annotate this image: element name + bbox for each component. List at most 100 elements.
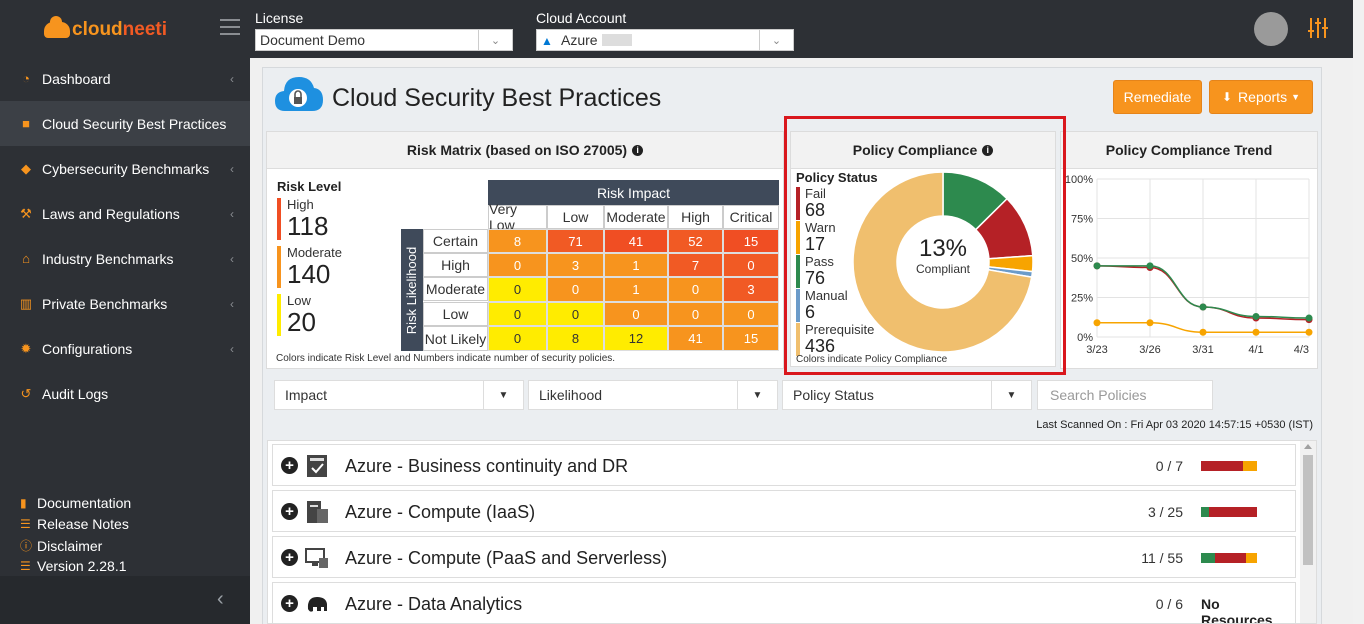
search-policies-input[interactable]: Search Policies bbox=[1037, 380, 1213, 410]
chevron-left-icon: ‹ bbox=[230, 341, 234, 356]
risk-matrix-cell[interactable]: 8 bbox=[547, 326, 604, 351]
sidebar-item-private-benchmarks[interactable]: ▥ Private Benchmarks ‹ bbox=[0, 281, 250, 326]
risk-matrix-cell[interactable]: 8 bbox=[488, 229, 547, 253]
sidebar-item-audit-logs[interactable]: ↺ Audit Logs bbox=[0, 371, 250, 416]
likelihood-row-high: High bbox=[423, 253, 488, 277]
risk-matrix-cell[interactable]: 71 bbox=[547, 229, 604, 253]
trend-data-point[interactable] bbox=[1305, 314, 1313, 322]
scrollbar-thumb[interactable] bbox=[1303, 455, 1313, 565]
benchmark-status-bar bbox=[1201, 507, 1257, 517]
risk-matrix-cell[interactable]: 0 bbox=[488, 302, 547, 326]
caret-down-icon[interactable]: ▼ bbox=[991, 381, 1031, 409]
risk-matrix-cell[interactable]: 3 bbox=[723, 277, 779, 302]
cloud-account-select[interactable]: ▲ Azure ⌄ bbox=[536, 29, 794, 51]
risk-matrix-cell[interactable]: 0 bbox=[488, 326, 547, 351]
sidebar-item-dashboard[interactable]: ◔ Dashboard ‹ bbox=[0, 56, 250, 101]
disclaimer-link[interactable]: ⓘ Disclaimer bbox=[20, 537, 102, 554]
exclamation-icon: ⓘ bbox=[20, 539, 33, 553]
risk-matrix-cell[interactable]: 41 bbox=[668, 326, 723, 351]
risk-matrix-cell[interactable]: 15 bbox=[723, 229, 779, 253]
sidebar-item-label: Cloud Security Best Practices bbox=[42, 115, 227, 132]
expand-plus-icon[interactable]: + bbox=[281, 595, 298, 612]
policy-status-filter-select[interactable]: Policy Status ▼ bbox=[782, 380, 1032, 410]
elephant-icon bbox=[307, 597, 327, 612]
sidebar-item-industry-benchmarks[interactable]: ⌂ Industry Benchmarks ‹ bbox=[0, 236, 250, 281]
info-icon[interactable]: i bbox=[632, 144, 644, 156]
benchmark-row[interactable]: + Azure - Data Analytics 0 / 6 No Resour… bbox=[272, 582, 1296, 623]
likelihood-filter-select[interactable]: Likelihood ▼ bbox=[528, 380, 778, 410]
expand-plus-icon[interactable]: + bbox=[281, 457, 298, 474]
sidebar-item-laws-and-regulations[interactable]: ⚒ Laws and Regulations ‹ bbox=[0, 191, 250, 236]
benchmark-row[interactable]: + Azure - Business continuity and DR 0 /… bbox=[272, 444, 1296, 486]
likelihood-row-not-likely: Not Likely bbox=[423, 326, 488, 351]
risk-matrix-cell[interactable]: 41 bbox=[604, 229, 668, 253]
risk-matrix-cell[interactable]: 0 bbox=[668, 302, 723, 326]
risk-level-value: 20 bbox=[287, 307, 316, 337]
expand-plus-icon[interactable]: + bbox=[281, 503, 298, 520]
reports-button[interactable]: ⬇ Reports ▼ bbox=[1209, 80, 1313, 114]
release-notes-link[interactable]: ☰ Release Notes bbox=[20, 516, 129, 532]
trend-data-point[interactable] bbox=[1093, 262, 1101, 270]
version-link[interactable]: ☰ Version 2.28.1 bbox=[20, 558, 127, 574]
status-bar-segment bbox=[1201, 461, 1243, 471]
impact-filter-select[interactable]: Impact ▼ bbox=[274, 380, 524, 410]
trend-data-point[interactable] bbox=[1252, 312, 1260, 320]
risk-matrix-cell[interactable]: 3 bbox=[547, 253, 604, 277]
gear-icon: ✹ bbox=[20, 340, 32, 356]
expand-plus-icon[interactable]: + bbox=[281, 549, 298, 566]
chevron-down-icon[interactable]: ⌄ bbox=[478, 30, 512, 50]
trend-data-point[interactable] bbox=[1146, 262, 1154, 270]
settings-sliders-icon[interactable] bbox=[1307, 16, 1329, 40]
trend-data-point[interactable] bbox=[1146, 319, 1154, 327]
risk-matrix-cell[interactable]: 0 bbox=[547, 302, 604, 326]
documentation-link[interactable]: ▮ Documentation bbox=[20, 495, 131, 511]
risk-matrix-cell[interactable]: 0 bbox=[668, 277, 723, 302]
risk-matrix-cell[interactable]: 0 bbox=[723, 302, 779, 326]
benchmark-row[interactable]: + Azure - Compute (PaaS and Serverless) … bbox=[272, 536, 1296, 578]
risk-matrix-cell[interactable]: 1 bbox=[604, 277, 668, 302]
chevron-down-icon[interactable]: ⌄ bbox=[759, 30, 793, 50]
risk-matrix-cell[interactable]: 12 bbox=[604, 326, 668, 351]
status-bar-segment bbox=[1201, 553, 1215, 563]
risk-matrix-cell[interactable]: 7 bbox=[668, 253, 723, 277]
trend-data-point[interactable] bbox=[1199, 303, 1207, 311]
trend-data-point[interactable] bbox=[1305, 328, 1313, 336]
risk-likelihood-label: Risk Likelihood bbox=[404, 246, 420, 334]
hamburger-menu-icon[interactable] bbox=[220, 19, 240, 35]
scroll-up-icon[interactable] bbox=[1304, 444, 1312, 449]
caret-down-icon[interactable]: ▼ bbox=[737, 381, 777, 409]
risk-matrix-cell[interactable]: 0 bbox=[723, 253, 779, 277]
risk-level-label: Low bbox=[287, 293, 311, 308]
impact-filter-value: Impact bbox=[285, 387, 328, 403]
benchmark-row[interactable]: + Azure - Compute (IaaS) 3 / 25 bbox=[272, 490, 1296, 532]
institution-icon: ⌂ bbox=[22, 251, 30, 266]
license-select[interactable]: Document Demo ⌄ bbox=[255, 29, 513, 51]
sidebar-item-label: Audit Logs bbox=[42, 385, 109, 402]
trend-data-point[interactable] bbox=[1199, 328, 1207, 336]
risk-matrix-cell[interactable]: 0 bbox=[488, 277, 547, 302]
list-scrollbar[interactable] bbox=[1300, 441, 1316, 623]
remediate-button[interactable]: Remediate bbox=[1113, 80, 1202, 114]
risk-matrix-cell[interactable]: 15 bbox=[723, 326, 779, 351]
risk-matrix-cell[interactable]: 52 bbox=[668, 229, 723, 253]
caret-down-icon: ▼ bbox=[1291, 92, 1300, 102]
risk-matrix-cell[interactable]: 1 bbox=[604, 253, 668, 277]
chevron-left-icon[interactable]: ‹ bbox=[217, 588, 224, 611]
risk-matrix-cell[interactable]: 0 bbox=[488, 253, 547, 277]
sidebar-item-cybersecurity-benchmarks[interactable]: ◆ Cybersecurity Benchmarks ‹ bbox=[0, 146, 250, 191]
trend-data-point[interactable] bbox=[1252, 328, 1260, 336]
app-logo[interactable]: cloud neeti bbox=[44, 16, 167, 44]
policy-compliance-trend-chart: 0% 25% 50% 75% 100% 3/23 3/26 3/31 4/1 4/3 bbox=[1065, 174, 1313, 356]
status-bar-segment bbox=[1215, 553, 1246, 563]
caret-down-icon[interactable]: ▼ bbox=[483, 381, 523, 409]
sidebar-item-cloud-security-best-practices[interactable]: ■ Cloud Security Best Practices bbox=[0, 101, 250, 146]
window-scrollbar[interactable] bbox=[1353, 0, 1364, 624]
sidebar-item-configurations[interactable]: ✹ Configurations ‹ bbox=[0, 326, 250, 371]
documentation-label: Documentation bbox=[37, 495, 132, 511]
risk-matrix-cell[interactable]: 0 bbox=[604, 302, 668, 326]
sidebar-collapse-bar[interactable]: ‹ bbox=[0, 576, 250, 624]
risk-matrix-cell[interactable]: 0 bbox=[547, 277, 604, 302]
trend-title: Policy Compliance Trend bbox=[1105, 142, 1273, 158]
trend-data-point[interactable] bbox=[1093, 319, 1101, 327]
avatar[interactable] bbox=[1254, 12, 1288, 46]
